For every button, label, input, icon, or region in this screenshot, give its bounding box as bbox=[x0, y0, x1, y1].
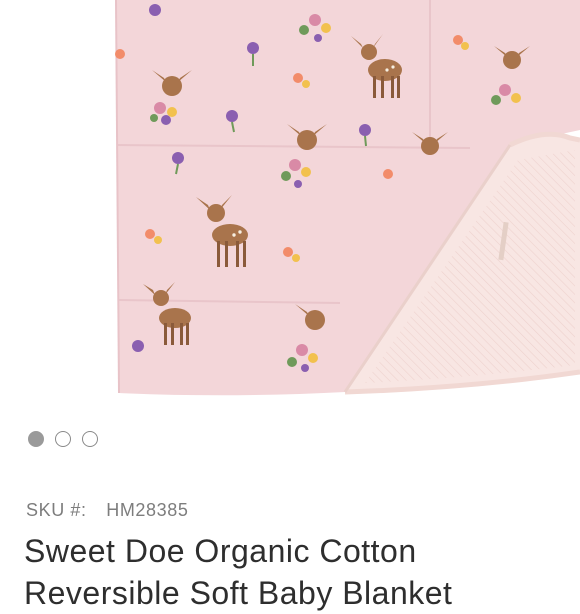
blanket-illustration bbox=[0, 0, 580, 408]
sku-value: HM28385 bbox=[106, 500, 189, 520]
sku-line: SKU #: HM28385 bbox=[26, 500, 188, 521]
product-title: Sweet Doe Organic Cotton Reversible Soft… bbox=[24, 533, 453, 611]
carousel-dot-3[interactable] bbox=[82, 431, 98, 447]
carousel-dot-2[interactable] bbox=[55, 431, 71, 447]
product-image[interactable] bbox=[0, 0, 580, 408]
sku-label: SKU #: bbox=[26, 500, 87, 520]
carousel-dot-1[interactable] bbox=[28, 431, 44, 447]
carousel-dots bbox=[28, 430, 98, 448]
